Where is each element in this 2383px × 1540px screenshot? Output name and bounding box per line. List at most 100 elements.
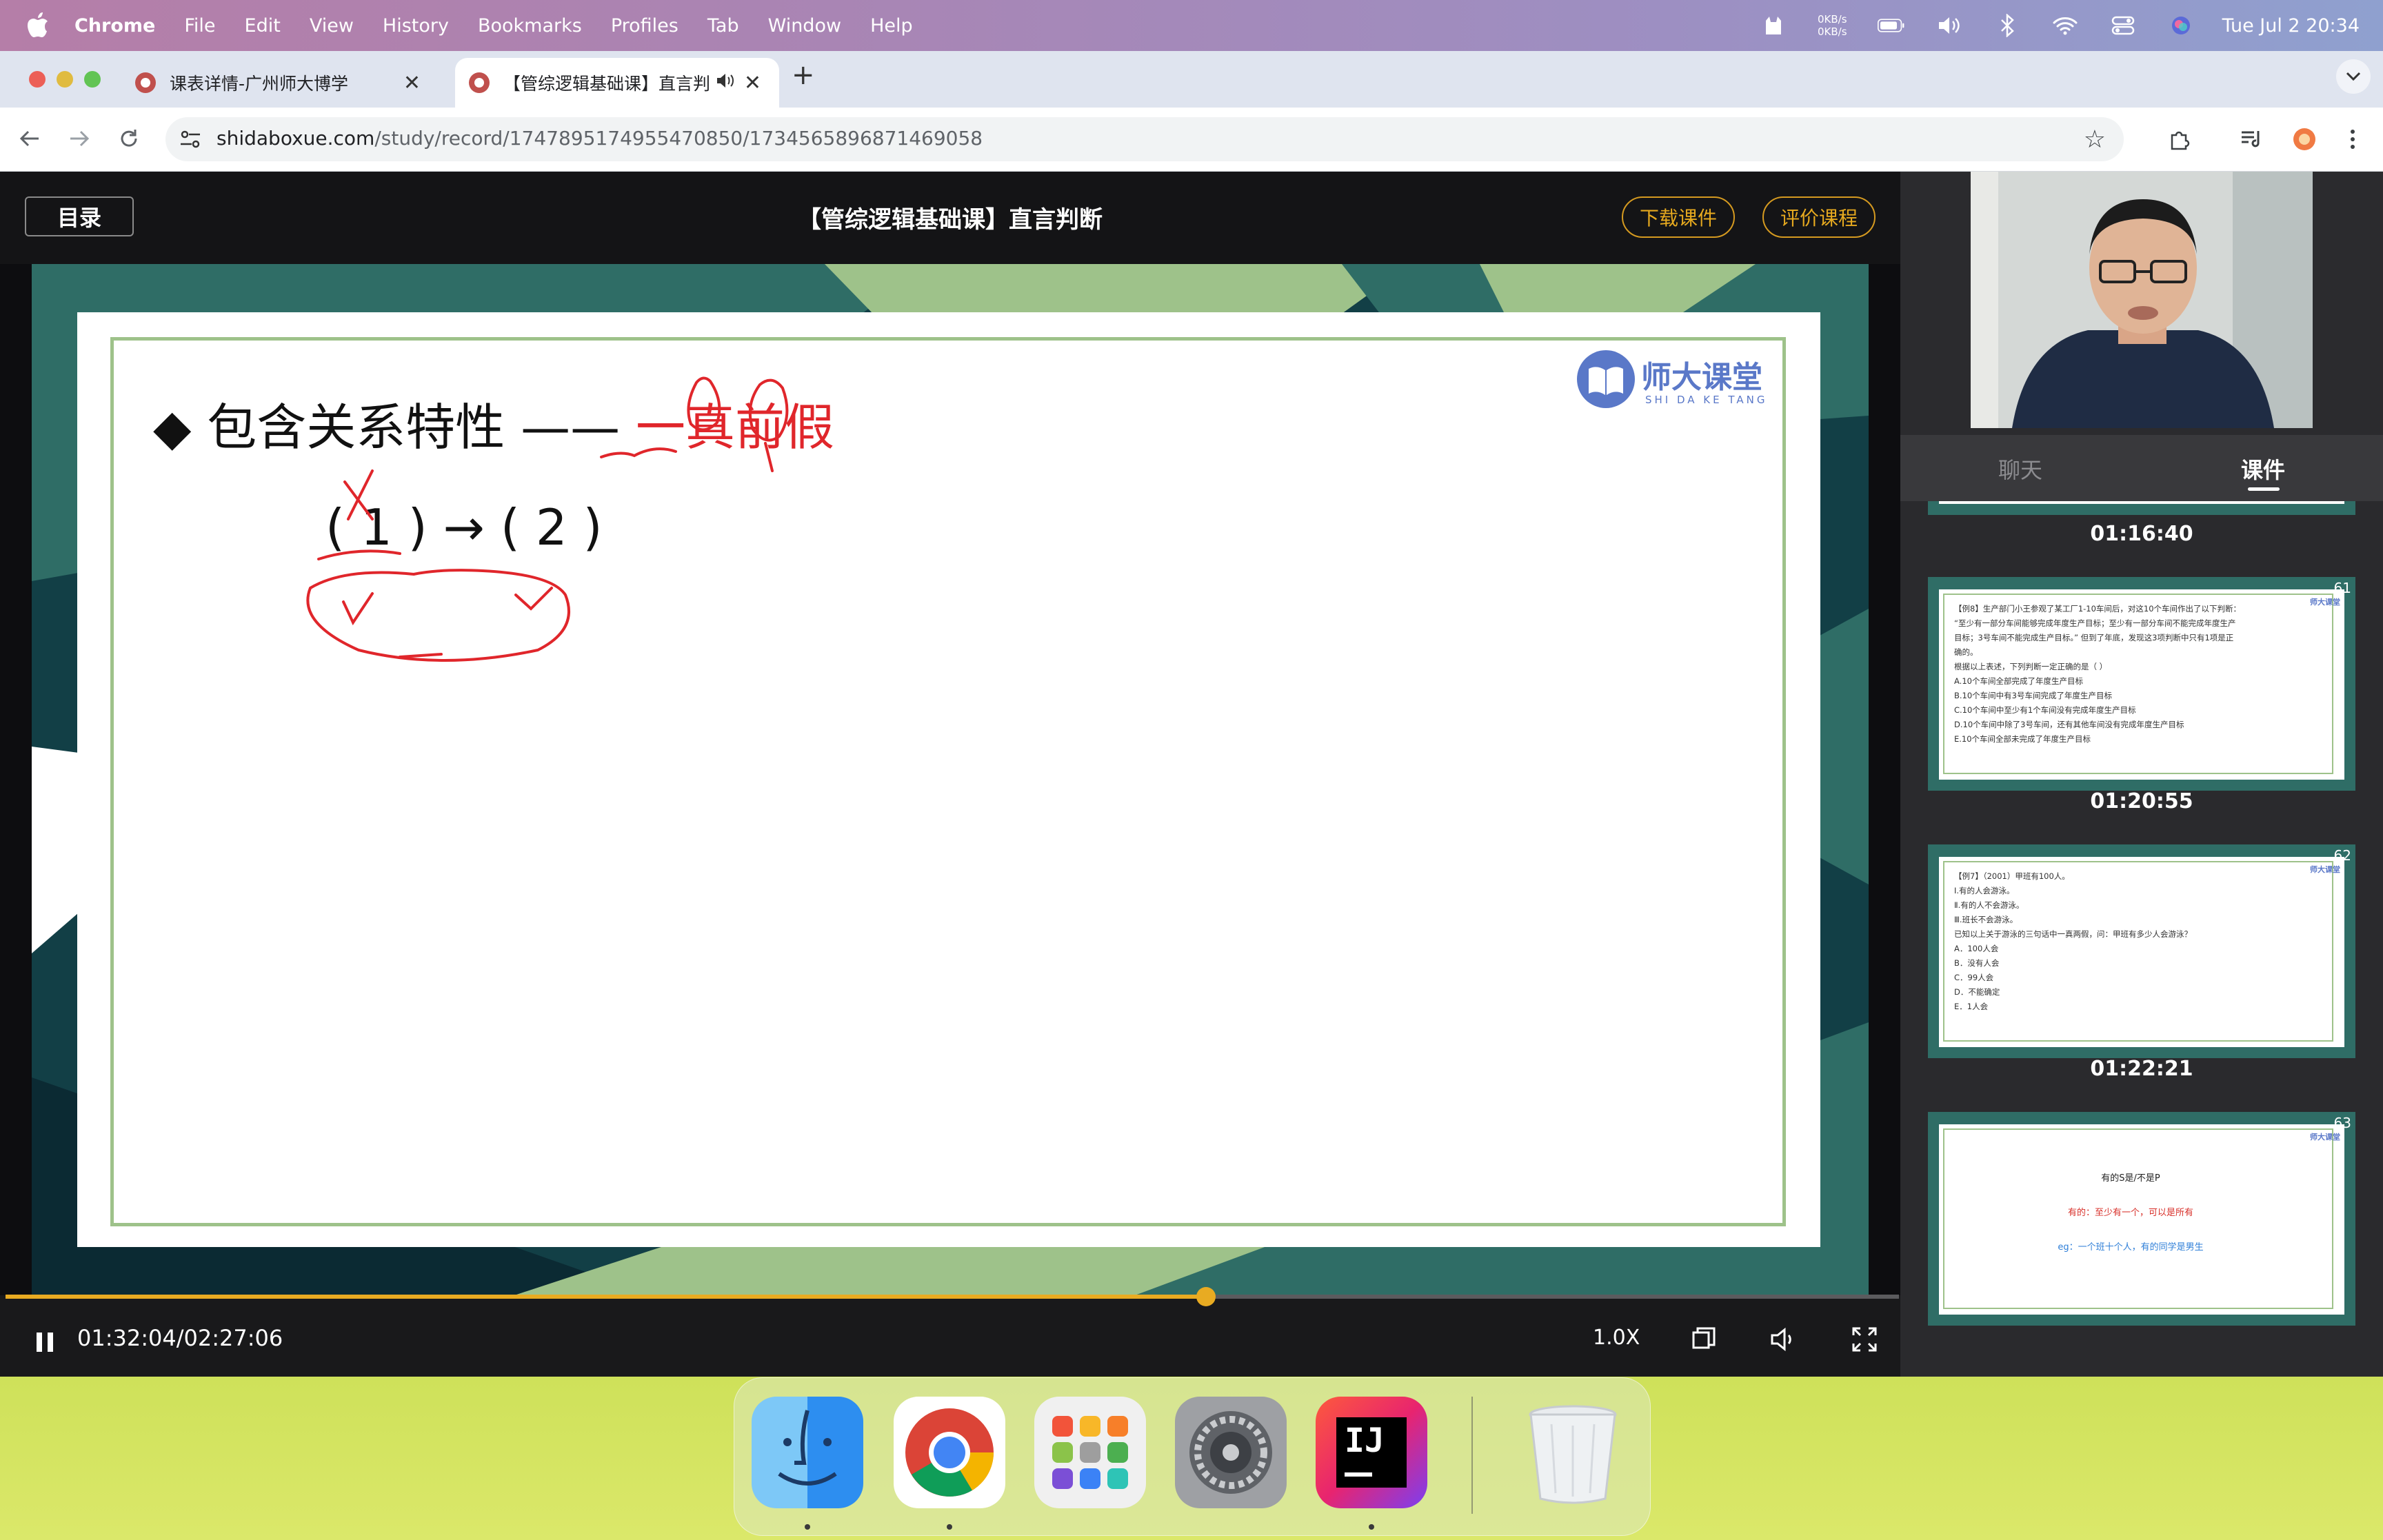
teacher-camera-feed (1971, 172, 2313, 428)
dock-separator (1471, 1397, 1473, 1514)
download-courseware-button[interactable]: 下载课件 (1622, 196, 1735, 238)
back-button[interactable] (14, 123, 46, 154)
battery-icon[interactable] (1877, 12, 1905, 39)
wifi-icon[interactable] (2051, 12, 2079, 39)
site-info-icon[interactable] (178, 127, 203, 152)
dock-intellij-idea-icon[interactable]: IJ (1316, 1397, 1427, 1508)
profile-avatar[interactable] (2289, 124, 2320, 154)
thumb-line: B．没有人会 (1954, 958, 2000, 968)
thumbnail-text: 【例8】生产部门小王参观了某工厂1-10车间后，对这10个车间作出了以下判断： … (1954, 602, 2313, 747)
media-control-icon[interactable] (2237, 124, 2267, 154)
window-close-button[interactable] (29, 71, 46, 88)
thumb-line: E．1人会 (1954, 1002, 1989, 1011)
address-bar[interactable]: shidaboxue.com/study/record/174789517495… (165, 117, 2124, 161)
tab-close-icon[interactable]: ✕ (744, 71, 761, 95)
thumb-line: 已知以上关于游泳的三句话中一真两假，问：甲班有多少人会游泳？ (1954, 929, 2192, 939)
dock-finder-icon[interactable] (752, 1397, 863, 1508)
thumb-line: 目标；3号车间不能完成生产目标。” 但到了年底，发现这3项判断中只有1项是正 (1954, 633, 2234, 642)
chrome-menu-icon[interactable] (2337, 124, 2368, 154)
thumb-line: D.10个车间中除了3号车间，还有其他车间没有完成年度生产目标 (1954, 720, 2184, 729)
menu-help[interactable]: Help (870, 15, 913, 37)
thumbnail-logo: 师大课堂 (2310, 1133, 2340, 1142)
dock-system-settings-icon[interactable] (1175, 1397, 1287, 1508)
bluetooth-icon[interactable] (1993, 12, 2021, 39)
tab-course-schedule[interactable]: 课表详情-广州师大博学 ✕ (135, 58, 439, 108)
volume-icon[interactable] (1935, 12, 1963, 39)
menu-edit[interactable]: Edit (245, 15, 281, 37)
window-zoom-button[interactable] (84, 71, 101, 88)
control-center-icon[interactable] (2109, 12, 2137, 39)
cat-status-icon[interactable] (1760, 12, 1787, 39)
rate-course-button[interactable]: 评价课程 (1762, 196, 1876, 238)
tab-courseware[interactable]: 课件 (2241, 453, 2285, 485)
thumb-line: “至少有一部分车间能够完成年度生产目标；至少有一部分车间不能完成年度生产 (1954, 618, 2236, 628)
thumbnail-timestamp: 01:22:21 (2090, 1057, 2193, 1081)
tab-close-icon[interactable]: ✕ (403, 71, 421, 95)
courseware-thumbnail[interactable] (1928, 501, 2355, 515)
dock-trash-icon[interactable] (1517, 1397, 1629, 1508)
thumb-line: 【例7】（2001）甲班有100人。 (1954, 871, 2070, 881)
menu-app-chrome[interactable]: Chrome (74, 15, 155, 37)
thumb-line: B.10个车间中有3号车间完成了年度生产目标 (1954, 691, 2112, 700)
progress-bar[interactable] (6, 1287, 1899, 1306)
site-favicon-icon (469, 72, 490, 93)
player-header: 目录 【管综逻辑基础课】直言判断 下载课件 评价课程 (0, 172, 1900, 264)
tab-title: 【管综逻辑基础课】直言判 (503, 74, 710, 94)
thumb-line: 【例8】生产部门小王参观了某工厂1-10车间后，对这10个车间作出了以下判断： (1954, 604, 2242, 614)
net-down-text: 0KB/s (1818, 26, 1847, 38)
tab-chat[interactable]: 聊天 (1998, 453, 2042, 485)
courseware-thumbnail[interactable]: 63 师大课堂 有的S是/不是P 有的：至少有一个，可以是所有 eg：一个班十个… (1928, 1112, 2355, 1326)
menu-window[interactable]: Window (768, 15, 841, 37)
bookmark-star-icon[interactable]: ☆ (2084, 125, 2106, 154)
teacher-video-image (1971, 172, 2313, 428)
dock-chrome-icon[interactable] (894, 1397, 1005, 1508)
thumb-line: D．不能确定 (1954, 987, 2000, 997)
progress-handle[interactable] (1196, 1287, 1216, 1306)
dock-running-indicator (947, 1524, 952, 1530)
menu-profiles[interactable]: Profiles (611, 15, 678, 37)
thumb-line: A．100人会 (1954, 944, 1999, 953)
new-tab-button[interactable]: + (792, 59, 815, 91)
tab-logic-course[interactable]: 【管综逻辑基础课】直言判 ✕ (455, 58, 779, 108)
pause-icon[interactable] (34, 1330, 55, 1355)
course-title: 【管综逻辑基础课】直言判断 (798, 206, 1103, 234)
volume-icon[interactable] (1768, 1324, 1798, 1355)
side-panel-tabs: 聊天 课件 (1900, 435, 2383, 501)
menu-bar: Chrome File Edit View History Bookmarks … (0, 0, 2383, 51)
fullscreen-icon[interactable] (1849, 1324, 1880, 1355)
menubar-clock[interactable]: Tue Jul 2 20:34 (2222, 15, 2360, 37)
tab-title: 课表详情-广州师大博学 (170, 74, 349, 94)
video-player[interactable]: 师大课堂 SHI DA KE TANG ◆ 包含关系特性 —— 一真前假 ( 1… (0, 264, 1900, 1295)
menu-history[interactable]: History (383, 15, 449, 37)
thumb-line: 根据以上表述，下列判断一定正确的是（ ） (1954, 662, 2108, 671)
menu-file[interactable]: File (184, 15, 215, 37)
menu-bookmarks[interactable]: Bookmarks (478, 15, 582, 37)
url-host: shidaboxue.com (217, 127, 375, 150)
courseware-thumbnail[interactable]: 62 师大课堂 【例7】（2001）甲班有100人。 Ⅰ.有的人会游泳。 Ⅱ.有… (1928, 844, 2355, 1058)
playback-speed-button[interactable]: 1.0X (1593, 1326, 1640, 1350)
dock-launchpad-icon[interactable] (1034, 1397, 1146, 1508)
picture-in-picture-icon[interactable] (1688, 1324, 1718, 1355)
thumbnail-logo: 师大课堂 (2310, 598, 2340, 607)
tab-search-button[interactable] (2336, 59, 2371, 94)
courseware-list[interactable]: 01:16:40 61 师大课堂 【例8】生产部门小王参观了某工厂1-10车间后… (1900, 501, 2383, 1377)
extensions-icon[interactable] (2165, 124, 2195, 154)
thumbnail-text: 【例7】（2001）甲班有100人。 Ⅰ.有的人会游泳。 Ⅱ.有的人不会游泳。 … (1954, 869, 2313, 1014)
url-text[interactable]: shidaboxue.com/study/record/174789517495… (217, 127, 983, 150)
reload-button[interactable] (113, 123, 145, 154)
idea-logo-icon: IJ (1336, 1417, 1407, 1488)
thumbnail-timestamp: 01:16:40 (2090, 522, 2193, 546)
thumb-line: Ⅰ.有的人会游泳。 (1954, 886, 2015, 895)
tab-audio-icon[interactable] (716, 72, 735, 93)
courseware-thumbnail[interactable]: 61 师大课堂 【例8】生产部门小王参观了某工厂1-10车间后，对这10个车间作… (1928, 577, 2355, 791)
forward-button[interactable] (63, 123, 95, 154)
url-path: /study/record/1747895174955470850/173456… (374, 127, 983, 150)
menu-view[interactable]: View (310, 15, 354, 37)
apple-logo-icon[interactable] (26, 12, 50, 39)
window-minimize-button[interactable] (57, 71, 73, 88)
thumb-line: C.10个车间中至少有1个车间没有完成年度生产目标 (1954, 705, 2136, 715)
network-speed[interactable]: 0KB/s 0KB/s (1818, 13, 1847, 38)
menu-tab[interactable]: Tab (707, 15, 739, 37)
siri-icon[interactable] (2167, 12, 2195, 39)
thumb-line: E.10个车间全部未完成了年度生产目标 (1954, 734, 2091, 744)
